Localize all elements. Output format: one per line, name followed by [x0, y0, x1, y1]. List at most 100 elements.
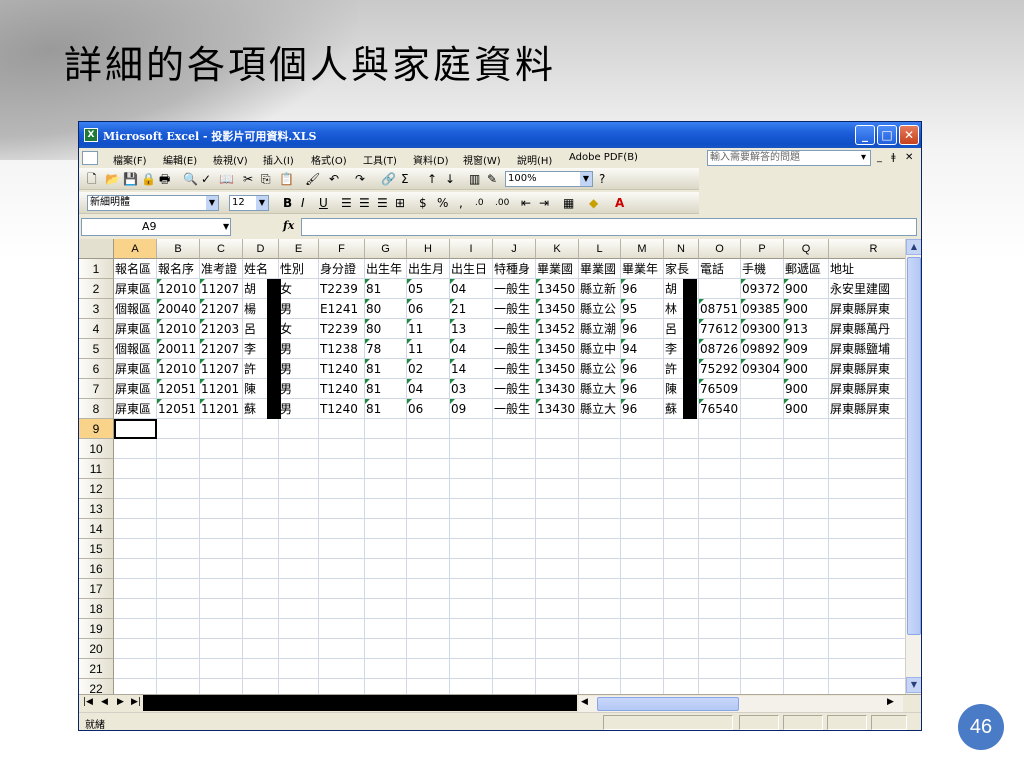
- cell-a20[interactable]: [114, 639, 157, 659]
- cell-o22[interactable]: [699, 679, 741, 694]
- cell-j12[interactable]: [493, 479, 536, 499]
- cell-h8[interactable]: 06: [407, 399, 450, 419]
- chevron-down-icon[interactable]: ▼: [580, 172, 592, 186]
- row-header[interactable]: 17: [79, 579, 114, 599]
- cell-m2[interactable]: 96: [621, 279, 664, 299]
- cell-o19[interactable]: [699, 619, 741, 639]
- cell-j10[interactable]: [493, 439, 536, 459]
- cell-k12[interactable]: [536, 479, 579, 499]
- cell-g14[interactable]: [365, 519, 407, 539]
- cell-q1[interactable]: 郵遞區: [784, 259, 829, 279]
- cell-c8[interactable]: 11201: [200, 399, 243, 419]
- research-icon[interactable]: 📖: [219, 172, 234, 186]
- cell-b12[interactable]: [157, 479, 200, 499]
- cell-h11[interactable]: [407, 459, 450, 479]
- currency-button[interactable]: $: [419, 196, 427, 210]
- cell-c16[interactable]: [200, 559, 243, 579]
- cell-h12[interactable]: [407, 479, 450, 499]
- help-search-input[interactable]: 輸入需要解答的問題: [707, 150, 871, 166]
- merge-center-icon[interactable]: ⊞: [395, 196, 405, 210]
- cell-b20[interactable]: [157, 639, 200, 659]
- cell-b3[interactable]: 20040: [157, 299, 200, 319]
- permission-icon[interactable]: 🔒: [141, 172, 156, 186]
- cell-j4[interactable]: 一般生: [493, 319, 536, 339]
- cell-c3[interactable]: 21207: [200, 299, 243, 319]
- cell-g5[interactable]: 78: [365, 339, 407, 359]
- cell-k9[interactable]: [536, 419, 579, 439]
- cell-a13[interactable]: [114, 499, 157, 519]
- cell-b16[interactable]: [157, 559, 200, 579]
- cell-a18[interactable]: [114, 599, 157, 619]
- cell-k7[interactable]: 13430: [536, 379, 579, 399]
- column-header[interactable]: I: [450, 239, 493, 259]
- cell-i22[interactable]: [450, 679, 493, 694]
- cell-l6[interactable]: 縣立公: [579, 359, 621, 379]
- minimize-button[interactable]: _: [855, 125, 875, 145]
- cell-o21[interactable]: [699, 659, 741, 679]
- cell-b1[interactable]: 報名序: [157, 259, 200, 279]
- row-header[interactable]: 3: [79, 299, 114, 319]
- cell-i1[interactable]: 出生日: [450, 259, 493, 279]
- active-cell[interactable]: [114, 419, 157, 439]
- cell-c4[interactable]: 21203: [200, 319, 243, 339]
- row-header[interactable]: 14: [79, 519, 114, 539]
- vertical-scroll-thumb[interactable]: [907, 257, 921, 635]
- cell-g3[interactable]: 80: [365, 299, 407, 319]
- cell-n9[interactable]: [664, 419, 699, 439]
- cell-m7[interactable]: 96: [621, 379, 664, 399]
- drawing-icon[interactable]: ✎: [487, 172, 497, 186]
- cell-g19[interactable]: [365, 619, 407, 639]
- previous-sheet-icon[interactable]: ◀: [101, 697, 108, 707]
- cell-c10[interactable]: [200, 439, 243, 459]
- cell-e20[interactable]: [279, 639, 319, 659]
- row-header[interactable]: 15: [79, 539, 114, 559]
- cell-c5[interactable]: 21207: [200, 339, 243, 359]
- open-icon[interactable]: 📂: [105, 172, 120, 186]
- cell-j17[interactable]: [493, 579, 536, 599]
- row-header[interactable]: 11: [79, 459, 114, 479]
- cell-b2[interactable]: 12010: [157, 279, 200, 299]
- row-header[interactable]: 9: [79, 419, 114, 439]
- cell-j6[interactable]: 一般生: [493, 359, 536, 379]
- cell-b18[interactable]: [157, 599, 200, 619]
- cell-q13[interactable]: [784, 499, 829, 519]
- row-header[interactable]: 10: [79, 439, 114, 459]
- cell-n21[interactable]: [664, 659, 699, 679]
- new-icon[interactable]: 🗋: [87, 172, 97, 186]
- cell-l3[interactable]: 縣立公: [579, 299, 621, 319]
- cell-p3[interactable]: 09385: [741, 299, 784, 319]
- cell-m4[interactable]: 96: [621, 319, 664, 339]
- cell-h5[interactable]: 11: [407, 339, 450, 359]
- paste-icon[interactable]: 📋: [279, 172, 294, 186]
- cell-d11[interactable]: [243, 459, 279, 479]
- cell-c18[interactable]: [200, 599, 243, 619]
- cell-f6[interactable]: T1240: [319, 359, 365, 379]
- cell-m5[interactable]: 94: [621, 339, 664, 359]
- cell-c6[interactable]: 11207: [200, 359, 243, 379]
- cell-e1[interactable]: 性別: [279, 259, 319, 279]
- cell-p12[interactable]: [741, 479, 784, 499]
- cell-q12[interactable]: [784, 479, 829, 499]
- cell-q14[interactable]: [784, 519, 829, 539]
- cell-f20[interactable]: [319, 639, 365, 659]
- cell-n11[interactable]: [664, 459, 699, 479]
- cell-e9[interactable]: [279, 419, 319, 439]
- print-preview-icon[interactable]: 🔍: [183, 172, 198, 186]
- cell-f1[interactable]: 身分證: [319, 259, 365, 279]
- last-sheet-icon[interactable]: ▶|: [131, 697, 141, 707]
- print-icon[interactable]: 🖶: [159, 172, 170, 186]
- cell-e13[interactable]: [279, 499, 319, 519]
- cell-n14[interactable]: [664, 519, 699, 539]
- cell-a14[interactable]: [114, 519, 157, 539]
- excel-icon[interactable]: X: [84, 128, 98, 142]
- cell-b8[interactable]: 12051: [157, 399, 200, 419]
- cell-e11[interactable]: [279, 459, 319, 479]
- align-right-icon[interactable]: ☰: [377, 196, 388, 210]
- column-header[interactable]: B: [157, 239, 200, 259]
- cell-l2[interactable]: 縣立新: [579, 279, 621, 299]
- menu-item[interactable]: 插入(I): [263, 152, 294, 167]
- cell-i18[interactable]: [450, 599, 493, 619]
- cell-h16[interactable]: [407, 559, 450, 579]
- insert-function-icon[interactable]: fx: [283, 219, 294, 232]
- cell-o1[interactable]: 電話: [699, 259, 741, 279]
